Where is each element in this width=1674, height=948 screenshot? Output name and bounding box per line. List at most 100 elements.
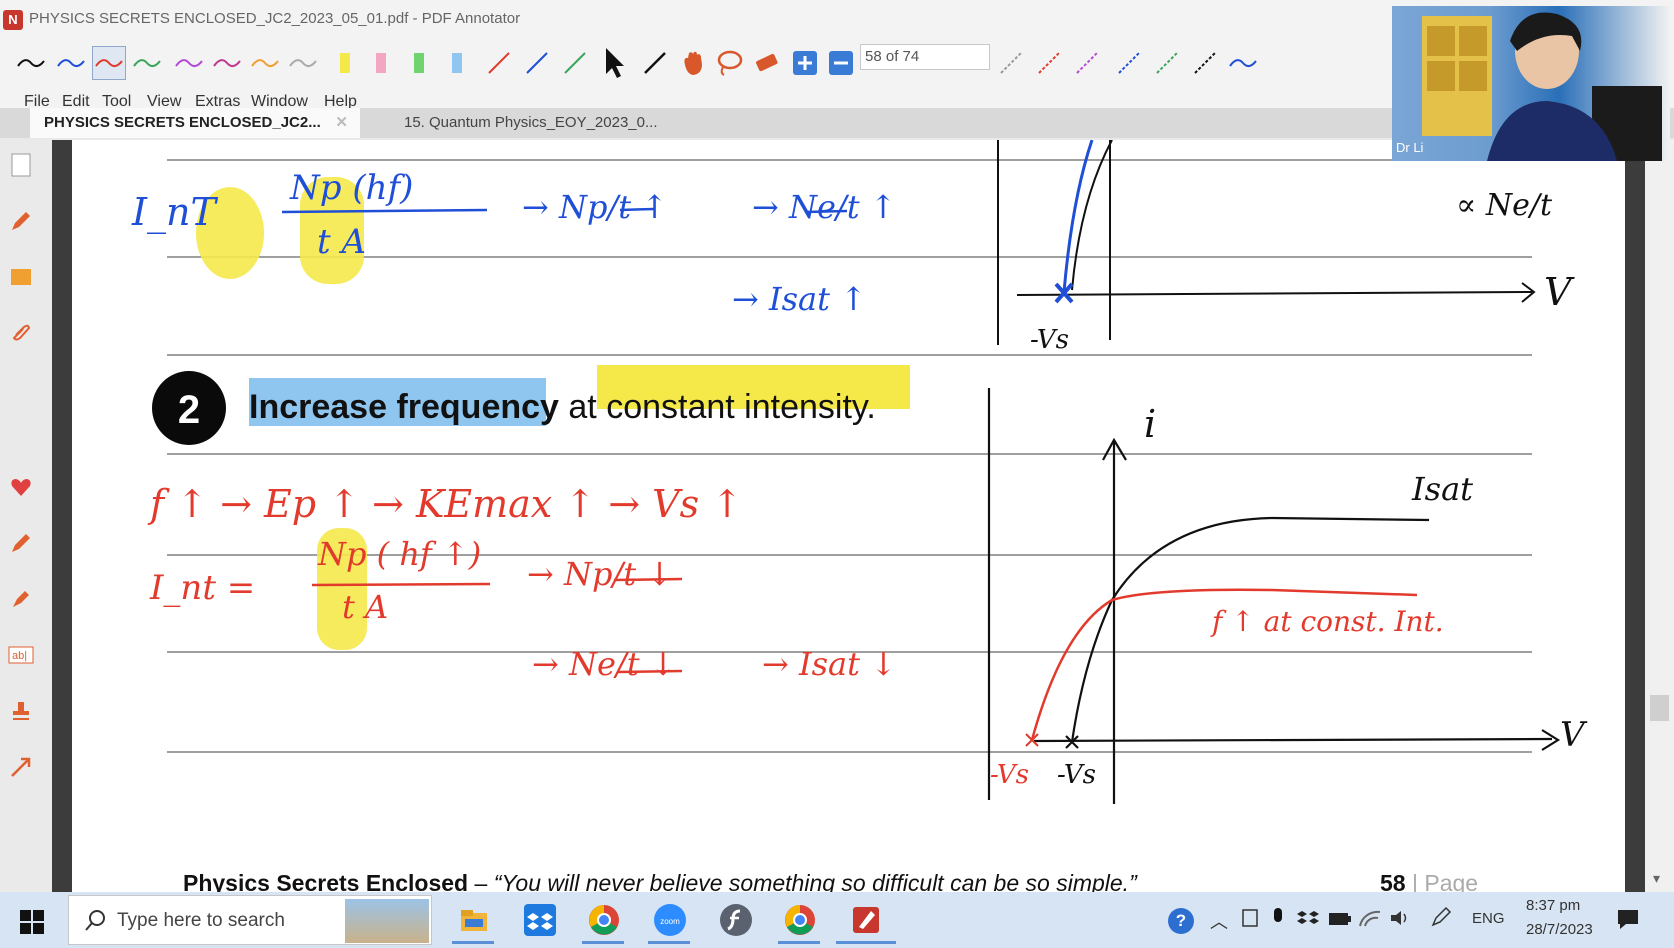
wave-line-tool[interactable] [1226,46,1260,80]
zoom-out-icon[interactable] [824,46,858,80]
annotation-int-top: I_nT [132,190,216,234]
zoom-app-icon[interactable]: zoom [650,900,690,940]
clock-date[interactable]: 28/7/2023 [1526,921,1593,938]
webcam-picture [1422,12,1662,161]
stamp-icon[interactable] [6,696,36,726]
heading-highlight-frequency: Increase frequency [249,388,559,426]
dashed-green-line-tool[interactable] [1150,46,1184,80]
tab-physics-secrets[interactable]: PHYSICS SECRETS ENCLOSED_JC2... ✕ [30,108,360,138]
heading-highlight-intensity: constant intensity. [606,388,876,426]
search-highlight-image [345,899,429,943]
webcam-video [1392,6,1670,161]
green-highlighter-tool[interactable] [402,46,436,80]
close-icon[interactable]: ✕ [335,108,348,138]
active-app-indicator [648,941,690,944]
dropbox-tray-icon[interactable] [1296,908,1320,935]
dashed-purple-line-tool[interactable] [1070,46,1104,80]
wifi-icon[interactable] [1358,908,1382,933]
blank-page-icon[interactable] [6,150,36,180]
help-icon[interactable]: ? [1168,908,1194,934]
paperclip-icon[interactable] [6,318,36,348]
dashed-black-line-tool[interactable] [1188,46,1222,80]
chevron-up-icon[interactable]: ︿ [1210,908,1228,934]
chrome-icon[interactable] [584,900,624,940]
meeting-icon[interactable] [1240,906,1260,935]
note-icon[interactable] [6,262,36,292]
annotation-step1-top: → Np/t ↑ [522,188,669,226]
annotation-int-bottom: I_nt = [150,568,256,608]
lasso-icon[interactable] [712,46,746,80]
gray-pen-tool[interactable] [286,46,320,80]
annotation-v-top: V [1544,270,1572,314]
black-pen-tool[interactable] [14,46,48,80]
annotation-step3-top: → Isat ↑ [732,280,867,318]
search-icon [85,910,105,931]
red-line-tool[interactable] [482,46,516,80]
dashed-gray-line-tool[interactable] [994,46,1028,80]
annotation-axis-i: i [1144,402,1157,446]
battery-icon[interactable] [1328,910,1352,933]
notification-icon[interactable] [1616,908,1640,935]
annotation-proportional-note: ∝ Ne/t [1456,188,1553,223]
clock-time[interactable]: 8:37 pm [1526,897,1580,914]
red-pen-tool[interactable] [92,46,126,80]
green-line-tool[interactable] [558,46,592,80]
active-app-indicator [836,941,896,944]
active-app-indicator [778,941,820,944]
annotation-curve-note: f ↑ at const. Int. [1212,605,1444,638]
page-number-field[interactable]: 58 of 74 [860,44,990,70]
annotation-step1-bottom: → Np/t ↓ [527,555,674,593]
yellow-highlighter-tool[interactable] [328,46,362,80]
annotation-isat-label: Isat [1412,470,1473,508]
pencil-icon[interactable] [6,528,36,558]
pdf-annotator-icon[interactable] [846,900,886,940]
flash-player-icon[interactable] [716,900,756,940]
section-heading: Increase frequency at constant intensity… [249,388,876,427]
annotation-axis-v: V [1560,715,1585,755]
svg-text:ab|: ab| [12,650,27,662]
annotation-step3-bottom: → Isat ↓ [762,645,897,683]
magenta-pen-tool[interactable] [210,46,244,80]
section-number: 2 [178,388,200,432]
blue-line-tool[interactable] [520,46,554,80]
pointer-arrow-icon[interactable] [598,46,632,80]
annotation-step2-top: → Ne/t ↑ [752,188,897,226]
chevron-down-icon[interactable]: ▾ [1653,870,1660,887]
pink-highlighter-tool[interactable] [364,46,398,80]
annotation-fraction-den-top: t A [317,222,367,262]
language-indicator[interactable]: ENG [1472,910,1505,927]
vertical-scrollbar[interactable]: ▾ [1645,140,1674,892]
dashed-red-line-tool[interactable] [1032,46,1066,80]
eraser-icon[interactable] [750,46,784,80]
text-box-icon[interactable]: ab| [6,640,36,670]
pen-tray-icon[interactable] [1430,906,1452,933]
annotation-step2-bottom: → Ne/t ↓ [532,645,677,683]
green-pen-tool[interactable] [130,46,164,80]
annotation-vs-red: -Vs [990,760,1030,790]
annotation-vs-top: -Vs [1030,325,1070,355]
heart-icon[interactable] [6,472,36,502]
chrome-icon-2[interactable] [780,900,820,940]
arrow-icon[interactable] [6,752,36,782]
windows-start-icon[interactable] [18,908,46,941]
microphone-icon[interactable] [1270,906,1286,935]
zoom-in-icon[interactable] [788,46,822,80]
speaker-icon[interactable] [1388,908,1412,933]
orange-pen-tool[interactable] [248,46,282,80]
highlighter-icon[interactable] [6,584,36,614]
dashed-blue-line-tool[interactable] [1112,46,1146,80]
annotation-chain: f ↑ → Ep ↑ → KEmax ↑ → Vs ↑ [150,482,743,526]
scroll-thumb[interactable] [1650,695,1669,721]
left-tool-panel: ab| [0,140,52,892]
blue-pen-tool[interactable] [54,46,88,80]
hand-icon[interactable] [676,46,710,80]
blue-highlighter-tool[interactable] [440,46,474,80]
tab-quantum-physics[interactable]: 15. Quantum Physics_EOY_2023_0... [390,108,710,138]
annotation-fraction-num-bottom: Np ( hf ↑) [318,535,482,573]
dropbox-icon[interactable] [520,900,560,940]
pen-icon[interactable] [6,206,36,236]
search-placeholder: Type here to search [117,910,285,931]
file-explorer-icon[interactable] [454,900,494,940]
black-line-tool[interactable] [638,46,672,80]
purple-pen-tool[interactable] [172,46,206,80]
